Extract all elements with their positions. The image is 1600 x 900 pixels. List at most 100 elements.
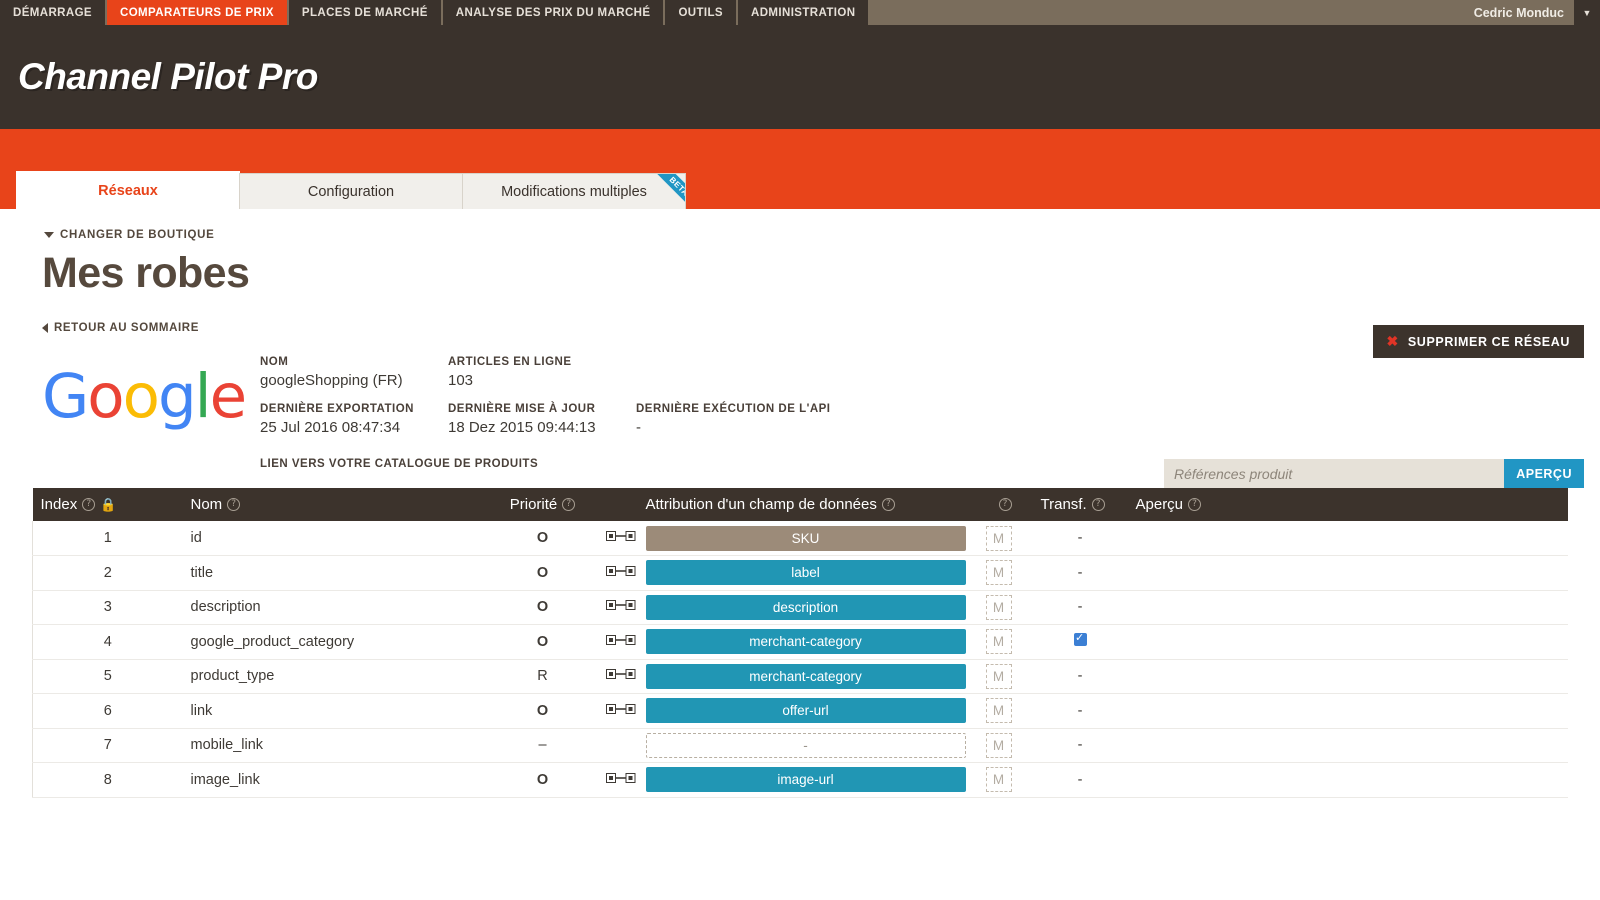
table-row[interactable]: 2 title Olabel M - <box>32 555 1568 591</box>
cell-transf: - <box>1032 762 1128 798</box>
col-header-apercu: Aperçu ? <box>1127 488 1568 521</box>
data-field-chip[interactable]: image-url <box>645 767 966 793</box>
meta-value: - <box>636 419 641 436</box>
change-shop-link[interactable]: CHANGER DE BOUTIQUE <box>44 229 1584 241</box>
cell-transf <box>1032 624 1128 660</box>
transf-value: - <box>1077 564 1083 581</box>
nav-item-3[interactable]: ANALYSE DES PRIX DU MARCHÉ <box>442 0 664 25</box>
user-name-label: Cedric Monduc <box>1473 5 1564 20</box>
cell-modifier: M <box>977 521 1033 556</box>
data-field-chip[interactable]: offer-url <box>645 698 966 724</box>
modifier-box[interactable]: M <box>985 594 1012 620</box>
help-icon[interactable]: ? <box>562 498 576 511</box>
help-icon[interactable]: ? <box>998 498 1012 511</box>
nav-item-label: DÉMARRAGE <box>13 6 92 19</box>
transf-value: - <box>1077 702 1083 719</box>
table-row[interactable]: 1 id O SKU M - <box>32 521 1568 556</box>
cell-priority: O <box>487 762 598 798</box>
change-shop-label: CHANGER DE BOUTIQUE <box>60 229 215 241</box>
modifier-box[interactable]: M <box>985 732 1012 758</box>
meta-label: DERNIÈRE EXÉCUTION DE L'API <box>636 403 831 415</box>
col-header-apercu-label: Aperçu <box>1135 496 1184 513</box>
tab-2[interactable]: Modifications multiples BETA <box>462 173 686 214</box>
col-header-modifier: ? <box>977 488 1033 521</box>
cell-link-icon <box>597 762 638 798</box>
google-logo: Google <box>42 361 247 432</box>
nav-item-label: ADMINISTRATION <box>751 6 856 19</box>
cell-priority: O <box>487 624 598 660</box>
tab-0[interactable]: Réseaux <box>16 171 240 209</box>
transf-checkbox[interactable] <box>1073 631 1087 647</box>
preview-button[interactable]: APERÇU <box>1504 459 1584 488</box>
cell-link-icon <box>597 693 638 729</box>
cell-field-name: image_link <box>182 762 488 798</box>
top-navigation-bar: DÉMARRAGE COMPARATEURS DE PRIX PLACES DE M… <box>0 0 1600 25</box>
meta-label: DERNIÈRE EXPORTATION <box>260 403 414 415</box>
table-row[interactable]: 3 description Odescription M - <box>32 590 1568 625</box>
user-menu[interactable]: Cedric Monduc <box>1464 0 1574 25</box>
field-link-icon[interactable] <box>605 634 636 646</box>
data-field-chip[interactable]: description <box>645 594 966 620</box>
field-link-icon[interactable] <box>605 703 636 715</box>
field-link-icon[interactable] <box>605 772 636 784</box>
nav-item-1[interactable]: COMPARATEURS DE PRIX <box>107 0 287 25</box>
cell-attribution: label <box>637 555 978 591</box>
modifier-box[interactable]: M <box>985 629 1012 655</box>
modifier-box[interactable]: M <box>985 560 1012 586</box>
table-row[interactable]: 7 mobile_link – - M - <box>32 728 1568 763</box>
meta-label: DERNIÈRE MISE À JOUR <box>448 403 596 415</box>
help-icon[interactable]: ? <box>1188 498 1202 511</box>
modifier-box[interactable]: M <box>985 767 1012 793</box>
data-field-chip[interactable]: label <box>645 560 966 586</box>
modifier-box[interactable]: M <box>985 698 1012 724</box>
modifier-box[interactable]: M <box>985 663 1012 689</box>
cell-transf: - <box>1032 728 1128 763</box>
nav-item-5[interactable]: ADMINISTRATION <box>738 0 869 25</box>
cell-transf: - <box>1032 555 1128 591</box>
table-row[interactable]: 4 google_product_category Omerchant-catego… <box>32 624 1568 660</box>
help-icon[interactable]: ? <box>1091 498 1105 511</box>
transf-value: - <box>1077 771 1083 788</box>
field-link-icon[interactable] <box>605 565 636 577</box>
nav-item-4[interactable]: OUTILS <box>665 0 737 25</box>
lock-icon: 🔒 <box>100 496 117 512</box>
data-field-chip[interactable]: - <box>645 732 966 758</box>
cell-priority: O <box>487 521 598 556</box>
col-header-link-spacer <box>597 488 638 521</box>
field-link-icon[interactable] <box>605 530 636 542</box>
catalog-link[interactable]: LIEN VERS VOTRE CATALOGUE DE PRODUITS <box>260 438 966 470</box>
table-row[interactable]: 5 product_type Rmerchant-category M - <box>32 659 1568 694</box>
help-icon[interactable]: ? <box>881 498 895 511</box>
cell-transf: - <box>1032 693 1128 729</box>
table-row[interactable]: 8 image_link Oimage-url M - <box>32 762 1568 798</box>
data-field-chip[interactable]: merchant-category <box>645 629 966 655</box>
cell-modifier: M <box>977 590 1033 625</box>
help-icon[interactable]: ? <box>82 498 96 511</box>
meta-label: NOM <box>260 356 289 368</box>
cell-field-name: title <box>182 555 488 591</box>
nav-item-0[interactable]: DÉMARRAGE <box>0 0 105 25</box>
chevron-down-icon[interactable]: ▼ <box>1574 0 1600 25</box>
cell-index: 4 <box>32 624 183 660</box>
cell-index: 6 <box>32 693 183 729</box>
cell-index: 5 <box>32 659 183 694</box>
col-header-nom: Nom ? <box>182 488 488 521</box>
tab-1[interactable]: Configuration <box>239 173 463 209</box>
help-icon[interactable]: ? <box>227 498 241 511</box>
table-row[interactable]: 6 link Ooffer-url M - <box>32 693 1568 729</box>
cell-apercu <box>1127 521 1568 556</box>
field-link-icon[interactable] <box>605 668 636 680</box>
product-reference-input[interactable] <box>1164 459 1505 488</box>
table-body: 1 id O SKU M -2 title Olabel M -3 description Odesc… <box>32 521 1568 798</box>
nav-item-2[interactable]: PLACES DE MARCHÉ <box>288 0 441 25</box>
cell-apercu <box>1127 762 1568 798</box>
modifier-box[interactable]: M <box>985 525 1012 551</box>
cell-apercu <box>1127 624 1568 660</box>
data-field-chip[interactable]: merchant-category <box>645 663 966 689</box>
data-field-chip[interactable]: SKU <box>645 525 966 551</box>
field-link-icon[interactable] <box>605 599 636 611</box>
back-to-summary-link[interactable]: RETOUR AU SOMMAIRE <box>42 322 1584 334</box>
cell-link-icon <box>597 521 638 556</box>
top-nav-spacer <box>870 0 1464 25</box>
cell-apercu <box>1127 590 1568 625</box>
